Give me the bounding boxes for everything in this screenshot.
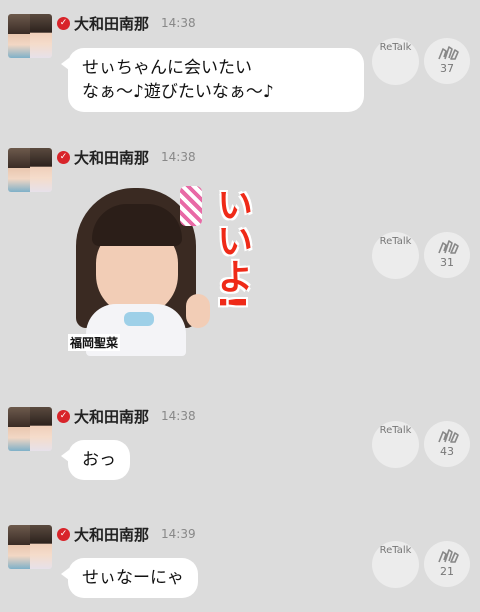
clap-hands-icon <box>438 46 459 60</box>
avatar[interactable] <box>8 525 52 569</box>
clap-count: 37 <box>440 62 454 75</box>
message-bubble[interactable]: おっ <box>61 440 130 480</box>
timestamp: 14:38 <box>161 409 196 423</box>
sender-name: 大和田南那 <box>74 525 150 544</box>
message-header: ✓ 大和田南那 14:38 <box>57 14 196 33</box>
retalk-button[interactable]: ReTalk <box>372 541 419 588</box>
timestamp: 14:39 <box>161 527 196 541</box>
sticker-text: いいよ! <box>211 186 252 311</box>
clap-count: 21 <box>440 565 454 578</box>
retalk-label: ReTalk <box>379 425 412 436</box>
sender-name: 大和田南那 <box>74 407 150 426</box>
verified-badge-icon: ✓ <box>57 409 70 423</box>
clap-button[interactable]: 37 <box>424 38 470 84</box>
clap-button[interactable]: 31 <box>424 232 470 278</box>
message-header: ✓ 大和田南那 14:38 <box>57 148 196 167</box>
clap-hands-icon <box>438 240 459 254</box>
verified-badge-icon: ✓ <box>57 16 70 30</box>
sticker-image[interactable]: 福岡聖菜 いいよ! <box>68 184 258 364</box>
retalk-label: ReTalk <box>379 42 412 53</box>
sticker-caption: 福岡聖菜 <box>68 334 121 351</box>
clap-button[interactable]: 21 <box>424 541 470 587</box>
clap-count: 31 <box>440 256 454 269</box>
clap-button[interactable]: 43 <box>424 421 470 467</box>
message-bubble[interactable]: せぃなーにゃ <box>61 558 198 598</box>
retalk-label: ReTalk <box>379 545 412 556</box>
retalk-button[interactable]: ReTalk <box>372 38 419 85</box>
avatar[interactable] <box>8 148 52 192</box>
avatar[interactable] <box>8 407 52 451</box>
message-bubble[interactable]: せぃちゃんに会いたい なぁ〜♪遊びたいなぁ〜♪ <box>61 48 364 112</box>
timestamp: 14:38 <box>161 16 196 30</box>
sender-name: 大和田南那 <box>74 148 150 167</box>
message-header: ✓ 大和田南那 14:39 <box>57 525 196 544</box>
verified-badge-icon: ✓ <box>57 150 70 164</box>
sender-name: 大和田南那 <box>74 14 150 33</box>
message-header: ✓ 大和田南那 14:38 <box>57 407 196 426</box>
clap-hands-icon <box>438 549 459 563</box>
clap-count: 43 <box>440 445 454 458</box>
retalk-label: ReTalk <box>379 236 412 247</box>
retalk-button[interactable]: ReTalk <box>372 421 419 468</box>
avatar[interactable] <box>8 14 52 58</box>
timestamp: 14:38 <box>161 150 196 164</box>
clap-hands-icon <box>438 429 459 443</box>
retalk-button[interactable]: ReTalk <box>372 232 419 279</box>
verified-badge-icon: ✓ <box>57 527 70 541</box>
